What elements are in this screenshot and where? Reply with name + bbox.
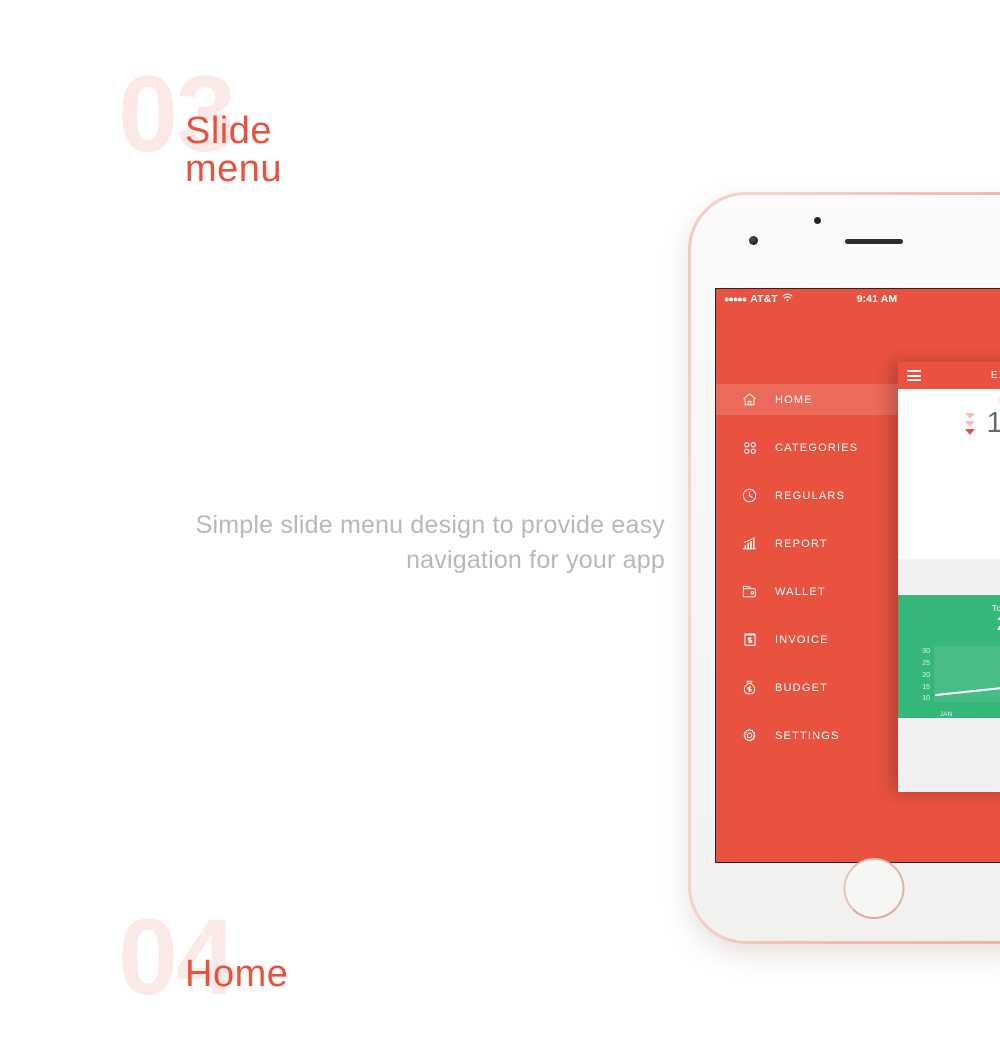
app-navbar: EXPENSES: [898, 362, 1000, 389]
categories-icon: [741, 439, 758, 456]
money-bag-icon: [741, 679, 758, 696]
wifi-icon: [782, 293, 793, 305]
sidebar-item-label: BUDGET: [775, 681, 829, 694]
sidebar-item-label: WALLET: [775, 585, 826, 598]
svg-text:JAN: JAN: [940, 711, 953, 718]
sidebar-item-label: HOME: [775, 393, 813, 406]
today-summary-card: 0 TODAY 0 $ +: [898, 451, 1000, 559]
app-navbar-title: EXPENSES: [990, 370, 1000, 381]
chart-title: Total expenses: [991, 603, 1000, 613]
home-button[interactable]: [843, 858, 905, 919]
chart-svg: 30 25 20 15 10 JAN FEB MAR: [922, 646, 1000, 718]
down-arrows-icon: [964, 412, 975, 435]
slide-menu-presentation-page: 03 Slide menu Simple slide menu design t…: [0, 0, 1000, 1047]
chart-amount: 200 $: [898, 614, 1000, 636]
phone-screen: ●●●●● AT&T 9:41 AM 100%: [715, 288, 1000, 863]
panel-divider: [898, 559, 1000, 595]
hamburger-icon[interactable]: [907, 370, 921, 381]
sidebar-item-label: INVOICE: [775, 633, 829, 646]
iphone-mockup: ●●●●● AT&T 9:41 AM 100%: [688, 192, 1000, 944]
carrier-label: AT&T: [750, 292, 778, 305]
proximity-sensor-icon: [814, 217, 821, 224]
balance-amount: 1200 $: [987, 407, 1000, 440]
wallet-icon: [741, 583, 758, 600]
balance-row: 1200 $: [898, 407, 1000, 440]
svg-text:15: 15: [922, 684, 930, 691]
balance-label: BALANCE: [898, 389, 1000, 405]
svg-text:30: 30: [922, 648, 930, 655]
signal-dots-icon: ●●●●●: [724, 293, 747, 304]
expenses-line-chart: 30 25 20 15 10 JAN FEB MAR: [906, 644, 1000, 720]
app-content-panel: EXPENSES BALANCE 1200 $: [898, 362, 1000, 792]
section-description: Simple slide menu design to provide easy…: [195, 511, 665, 574]
invoice-icon: [741, 631, 758, 648]
gear-icon: [741, 727, 758, 744]
status-bar: ●●●●● AT&T 9:41 AM 100%: [716, 289, 1000, 308]
home-icon: [741, 391, 758, 408]
sidebar-item-label: CATEGORIES: [775, 441, 859, 454]
bar-chart-icon: [741, 535, 758, 552]
svg-text:10: 10: [922, 695, 930, 702]
section-title-slide-menu: Slide menu: [185, 110, 283, 190]
section-title-home: Home: [185, 953, 289, 995]
svg-text:20: 20: [922, 672, 930, 679]
sidebar-item-label: SETTINGS: [775, 729, 840, 742]
total-expenses-chart-card: Total expenses 200 $ 30 25 20 15: [898, 595, 1000, 718]
svg-text:25: 25: [922, 660, 930, 667]
clock-icon: [741, 487, 758, 504]
sidebar-item-label: REPORT: [775, 537, 828, 550]
earpiece-speaker: [845, 239, 903, 244]
balance-card: BALANCE 1200 $: [898, 389, 1000, 451]
front-camera-icon: [749, 236, 758, 245]
sidebar-item-label: REGULARS: [775, 489, 846, 502]
status-bar-left: ●●●●● AT&T: [724, 293, 793, 305]
phone-body: ●●●●● AT&T 9:41 AM 100%: [691, 195, 1000, 941]
